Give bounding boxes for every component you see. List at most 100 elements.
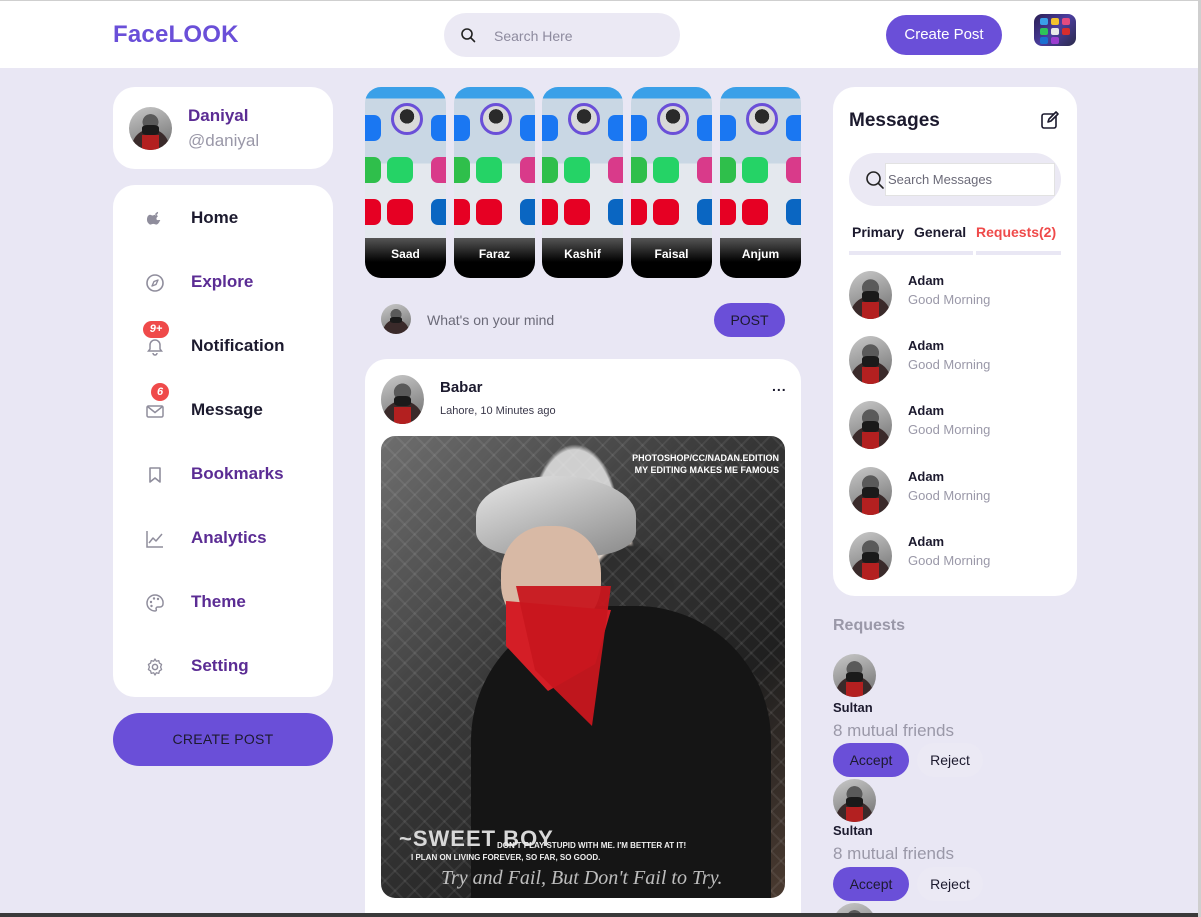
- sidebar-item-label: Explore: [191, 272, 254, 291]
- request-name: Sultan: [833, 700, 873, 715]
- feed-meta: Lahore, 10 Minutes ago: [440, 405, 556, 417]
- request-name: Sultan: [833, 823, 873, 838]
- sidebar: Home Explore 9+ Notification 6 Message B…: [113, 185, 333, 697]
- composer-avatar: [381, 304, 411, 334]
- search-bar[interactable]: Search Here: [444, 13, 680, 57]
- avatar: [849, 532, 892, 580]
- profile-card[interactable]: Daniyal @daniyal: [113, 87, 333, 169]
- story-card[interactable]: Faisal: [631, 87, 712, 278]
- feed-author-name[interactable]: Babar: [440, 379, 483, 396]
- photo-watermark-line: I PLAN ON LIVING FOREVER, SO FAR, SO GOO…: [411, 853, 601, 862]
- message-sender: Adam: [908, 469, 945, 484]
- tab-underline: [976, 251, 1061, 255]
- sidebar-item-label: Home: [191, 208, 239, 227]
- sidebar-item-label: Setting: [191, 656, 249, 675]
- reject-button[interactable]: Reject: [917, 743, 983, 777]
- sidebar-item-home[interactable]: Home: [113, 197, 333, 237]
- story-avatar: [657, 103, 689, 135]
- story-card[interactable]: Faraz: [454, 87, 535, 278]
- request-mutual: 8 mutual friends: [833, 721, 954, 740]
- chart-icon: [146, 531, 163, 548]
- edit-icon[interactable]: [1040, 110, 1060, 130]
- story-avatar: [391, 103, 423, 135]
- message-preview: Good Morning: [908, 292, 991, 307]
- story-name: Saad: [391, 247, 420, 261]
- create-post-button[interactable]: Create Post: [886, 15, 1002, 55]
- logo[interactable]: FaceLOOK: [113, 21, 239, 49]
- sidebar-item-analytics[interactable]: Analytics: [113, 517, 333, 557]
- requests-title: Requests: [833, 617, 906, 634]
- story-avatar: [746, 103, 778, 135]
- tab-requests[interactable]: Requests(2): [976, 224, 1056, 240]
- sidebar-item-bookmarks[interactable]: Bookmarks: [113, 453, 333, 493]
- story-avatar: [480, 103, 512, 135]
- reject-button[interactable]: Reject: [917, 867, 983, 901]
- profile-handle: @daniyal: [188, 131, 260, 150]
- message-search-input[interactable]: Search Messages: [885, 163, 1055, 196]
- story-card[interactable]: Anjum: [720, 87, 801, 278]
- photo-watermark-script: Try and Fail, But Don't Fail to Try.: [441, 867, 723, 889]
- notification-badge: 9+: [143, 321, 169, 338]
- sidebar-item-label: Theme: [191, 592, 246, 611]
- message-preview: Good Morning: [908, 357, 991, 372]
- more-options-icon[interactable]: ...: [772, 378, 787, 394]
- message-sender: Adam: [908, 338, 945, 353]
- post-button[interactable]: POST: [714, 303, 785, 337]
- bookmark-icon: [149, 467, 161, 483]
- story-name: Faisal: [654, 247, 689, 261]
- story-card[interactable]: Saad: [365, 87, 446, 278]
- avatar: [849, 336, 892, 384]
- profile-avatar: [129, 107, 172, 150]
- messages-title: Messages: [849, 110, 940, 131]
- sidebar-item-message[interactable]: 6 Message: [113, 383, 333, 429]
- gear-icon: [147, 658, 163, 676]
- sidebar-item-notification[interactable]: 9+ Notification: [113, 321, 333, 365]
- palette-icon: [146, 594, 164, 612]
- story-card[interactable]: Kashif: [542, 87, 623, 278]
- create-post-button-sidebar[interactable]: CREATE POST: [113, 713, 333, 766]
- message-preview: Good Morning: [908, 422, 991, 437]
- sidebar-item-theme[interactable]: Theme: [113, 581, 333, 621]
- photo-watermark: PHOTOSHOP/CC/NADAN.EDITION MY EDITING MA…: [632, 453, 779, 475]
- story-avatar: [568, 103, 600, 135]
- feed-photo[interactable]: PHOTOSHOP/CC/NADAN.EDITION MY EDITING MA…: [381, 436, 785, 898]
- accept-button[interactable]: Accept: [833, 743, 909, 777]
- bell-icon: [147, 339, 163, 356]
- post-input[interactable]: What's on your mind: [427, 312, 554, 328]
- taskbar-strip: [0, 913, 1201, 917]
- sidebar-item-label: Notification: [191, 336, 285, 355]
- avatar: [849, 401, 892, 449]
- message-sender: Adam: [908, 403, 945, 418]
- tab-underline: [849, 251, 973, 255]
- mail-icon: [146, 405, 164, 418]
- request-avatar[interactable]: [833, 654, 876, 697]
- request-mutual: 8 mutual friends: [833, 844, 954, 863]
- home-icon: [146, 211, 161, 225]
- message-sender: Adam: [908, 273, 945, 288]
- search-input[interactable]: Search Here: [494, 28, 573, 44]
- message-preview: Good Morning: [908, 488, 991, 503]
- avatar: [849, 467, 892, 515]
- compass-icon: [146, 274, 164, 292]
- search-icon: [866, 171, 884, 189]
- top-bar: FaceLOOK Search Here Create Post: [0, 0, 1201, 68]
- tab-primary[interactable]: Primary: [852, 224, 904, 240]
- sidebar-item-setting[interactable]: Setting: [113, 645, 333, 685]
- message-preview: Good Morning: [908, 553, 991, 568]
- sidebar-item-label: Analytics: [191, 528, 267, 547]
- story-name: Kashif: [564, 247, 601, 261]
- search-icon: [461, 28, 476, 43]
- photo-watermark-line: DON'T PLAY STUPID WITH ME. I'M BETTER AT…: [497, 841, 687, 850]
- sidebar-item-label: Bookmarks: [191, 464, 284, 483]
- tab-general[interactable]: General: [914, 224, 966, 240]
- avatar[interactable]: [1034, 14, 1076, 46]
- avatar: [849, 271, 892, 319]
- feed-author-avatar[interactable]: [381, 375, 424, 424]
- accept-button[interactable]: Accept: [833, 867, 909, 901]
- story-name: Anjum: [741, 247, 780, 261]
- message-badge: 6: [151, 383, 169, 401]
- request-avatar[interactable]: [833, 779, 876, 822]
- message-search[interactable]: Search Messages: [849, 153, 1061, 206]
- sidebar-item-label: Message: [191, 400, 263, 419]
- sidebar-item-explore[interactable]: Explore: [113, 261, 333, 301]
